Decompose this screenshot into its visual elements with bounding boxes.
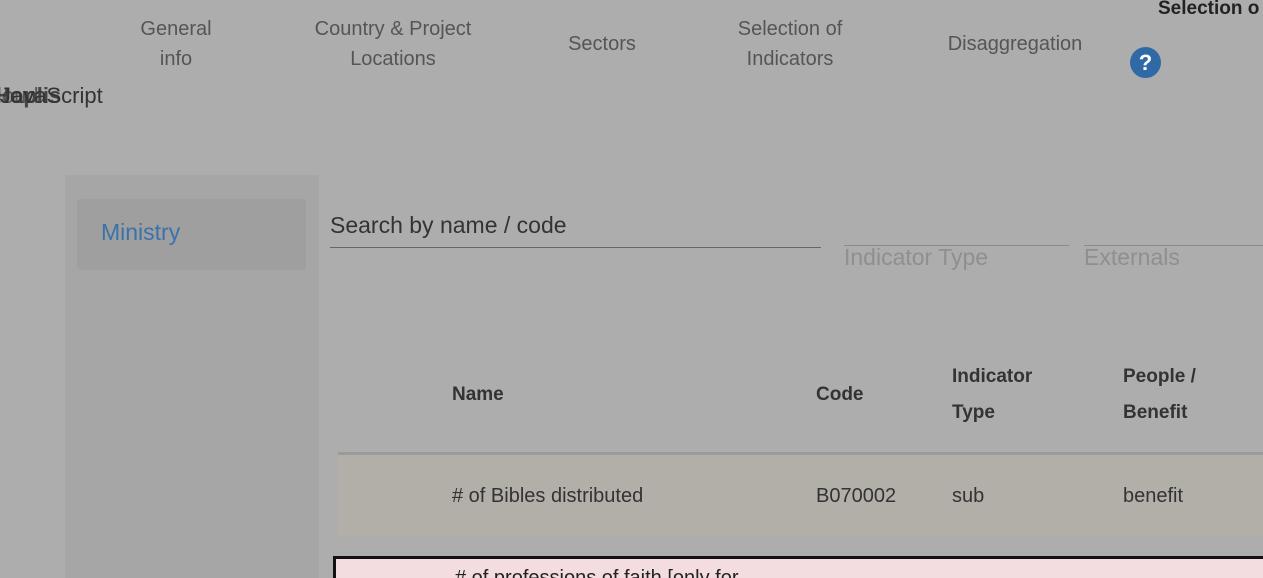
tab-label: Sectors	[568, 33, 636, 55]
sidebar-item-label: Ministry	[101, 219, 181, 245]
externals-select[interactable]: Externals	[1084, 208, 1263, 270]
help-icon[interactable]: ?	[1130, 47, 1161, 78]
tab-label: Locations	[350, 48, 436, 70]
tab-sectors[interactable]: Sectors	[556, 29, 648, 59]
tab-label: Country & Project	[314, 18, 472, 40]
select-placeholder: Externals	[1084, 244, 1180, 270]
table-row[interactable]: # of Bibles distributed B070002 sub bene…	[338, 455, 1263, 536]
table-row-selected[interactable]: # of professions of faith [only for	[333, 556, 1263, 578]
tab-selection-overflow[interactable]: Selection o	[1158, 0, 1259, 21]
column-header-indicator-type[interactable]: Indicator Type	[952, 359, 1062, 431]
select-placeholder: Indicator Type	[844, 244, 989, 270]
column-header-people-benefit[interactable]: People / Benefit	[1123, 359, 1243, 431]
cell-name: # of professions of faith [only for	[455, 567, 739, 578]
cell-code: B070002	[816, 485, 897, 507]
header-label: Indicator	[952, 366, 1033, 387]
column-header-name[interactable]: Name	[452, 377, 504, 413]
overlapping-text: JavaScript	[0, 83, 103, 108]
header-label: Type	[952, 402, 995, 423]
tab-selection-of-indicators[interactable]: Selection of Indicators	[720, 14, 860, 74]
tab-disaggregation[interactable]: Disaggregation	[934, 29, 1096, 59]
cell-name: # of Bibles distributed	[452, 485, 644, 507]
tab-label: General	[140, 18, 212, 40]
tab-label: Selection of	[737, 18, 843, 40]
cell-people-benefit: benefit	[1123, 485, 1184, 507]
indicator-type-select[interactable]: Indicator Type	[844, 208, 1069, 270]
cell-indicator-type: sub	[952, 485, 985, 507]
tab-country-project-locations[interactable]: Country & Project Locations	[302, 14, 484, 74]
column-header-code[interactable]: Code	[816, 377, 864, 413]
tab-label: Disaggregation	[947, 33, 1083, 55]
tab-label: info	[159, 48, 193, 70]
header-label: People /	[1123, 366, 1196, 387]
tab-label: Indicators	[746, 48, 834, 70]
search-input[interactable]	[330, 203, 821, 248]
sidebar-item-ministry[interactable]: Ministry	[77, 199, 306, 270]
tab-general-info[interactable]: General info	[126, 14, 226, 74]
header-label: Benefit	[1123, 402, 1188, 423]
